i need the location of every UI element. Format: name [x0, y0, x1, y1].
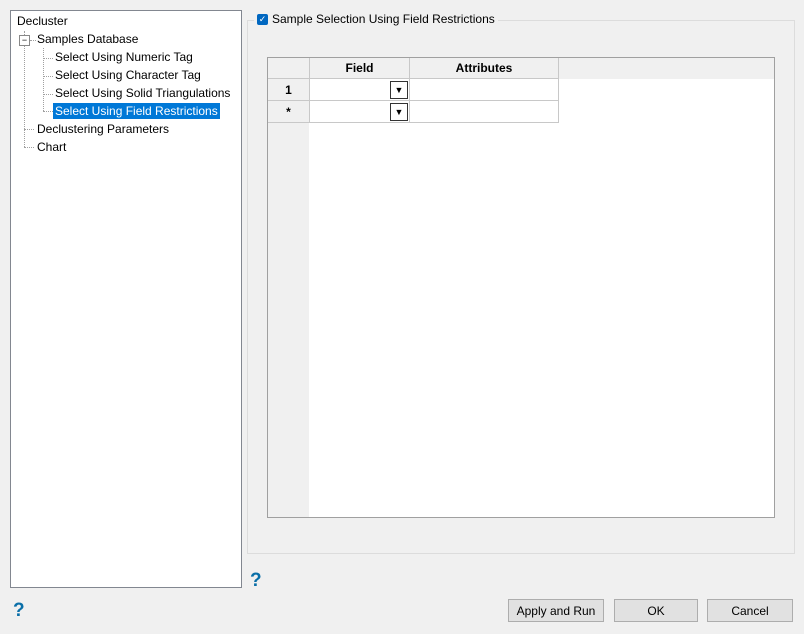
tree-root[interactable]: Decluster: [15, 13, 70, 29]
tree-item-samples-database[interactable]: Samples Database: [35, 31, 140, 47]
restrictions-grid[interactable]: Field Attributes 1 ▼ * ▼: [267, 57, 775, 518]
field-dropdown-icon[interactable]: ▼: [390, 81, 408, 99]
cancel-button[interactable]: Cancel: [707, 599, 793, 622]
tree-item-field-restrictions[interactable]: Select Using Field Restrictions: [53, 103, 220, 119]
navigation-tree[interactable]: Decluster − Samples Database Select Usin…: [10, 10, 242, 588]
ok-button[interactable]: OK: [614, 599, 698, 622]
checkbox-checked-icon[interactable]: ✓: [257, 13, 268, 25]
attributes-cell[interactable]: [410, 79, 559, 101]
row-header[interactable]: 1: [268, 79, 310, 101]
attributes-cell[interactable]: [410, 101, 559, 123]
column-header-attributes[interactable]: Attributes: [410, 58, 559, 79]
sample-selection-checkbox[interactable]: ✓ Sample Selection Using Field Restricti…: [254, 12, 498, 26]
apply-and-run-button[interactable]: Apply and Run: [508, 599, 604, 622]
new-row-header[interactable]: *: [268, 101, 310, 123]
tree-item-solid-triangulations[interactable]: Select Using Solid Triangulations: [53, 85, 232, 101]
tree-item-declustering-parameters[interactable]: Declustering Parameters: [35, 121, 171, 137]
tree-item-numeric-tag[interactable]: Select Using Numeric Tag: [53, 49, 195, 65]
tree-item-character-tag[interactable]: Select Using Character Tag: [53, 67, 203, 83]
column-header-field[interactable]: Field: [310, 58, 410, 79]
tree-item-chart[interactable]: Chart: [35, 139, 68, 155]
checkbox-label: Sample Selection Using Field Restriction…: [272, 12, 495, 26]
help-icon[interactable]: ?: [13, 600, 25, 622]
help-icon[interactable]: ?: [250, 570, 262, 592]
collapse-icon[interactable]: −: [19, 35, 30, 46]
field-dropdown-icon[interactable]: ▼: [390, 103, 408, 121]
